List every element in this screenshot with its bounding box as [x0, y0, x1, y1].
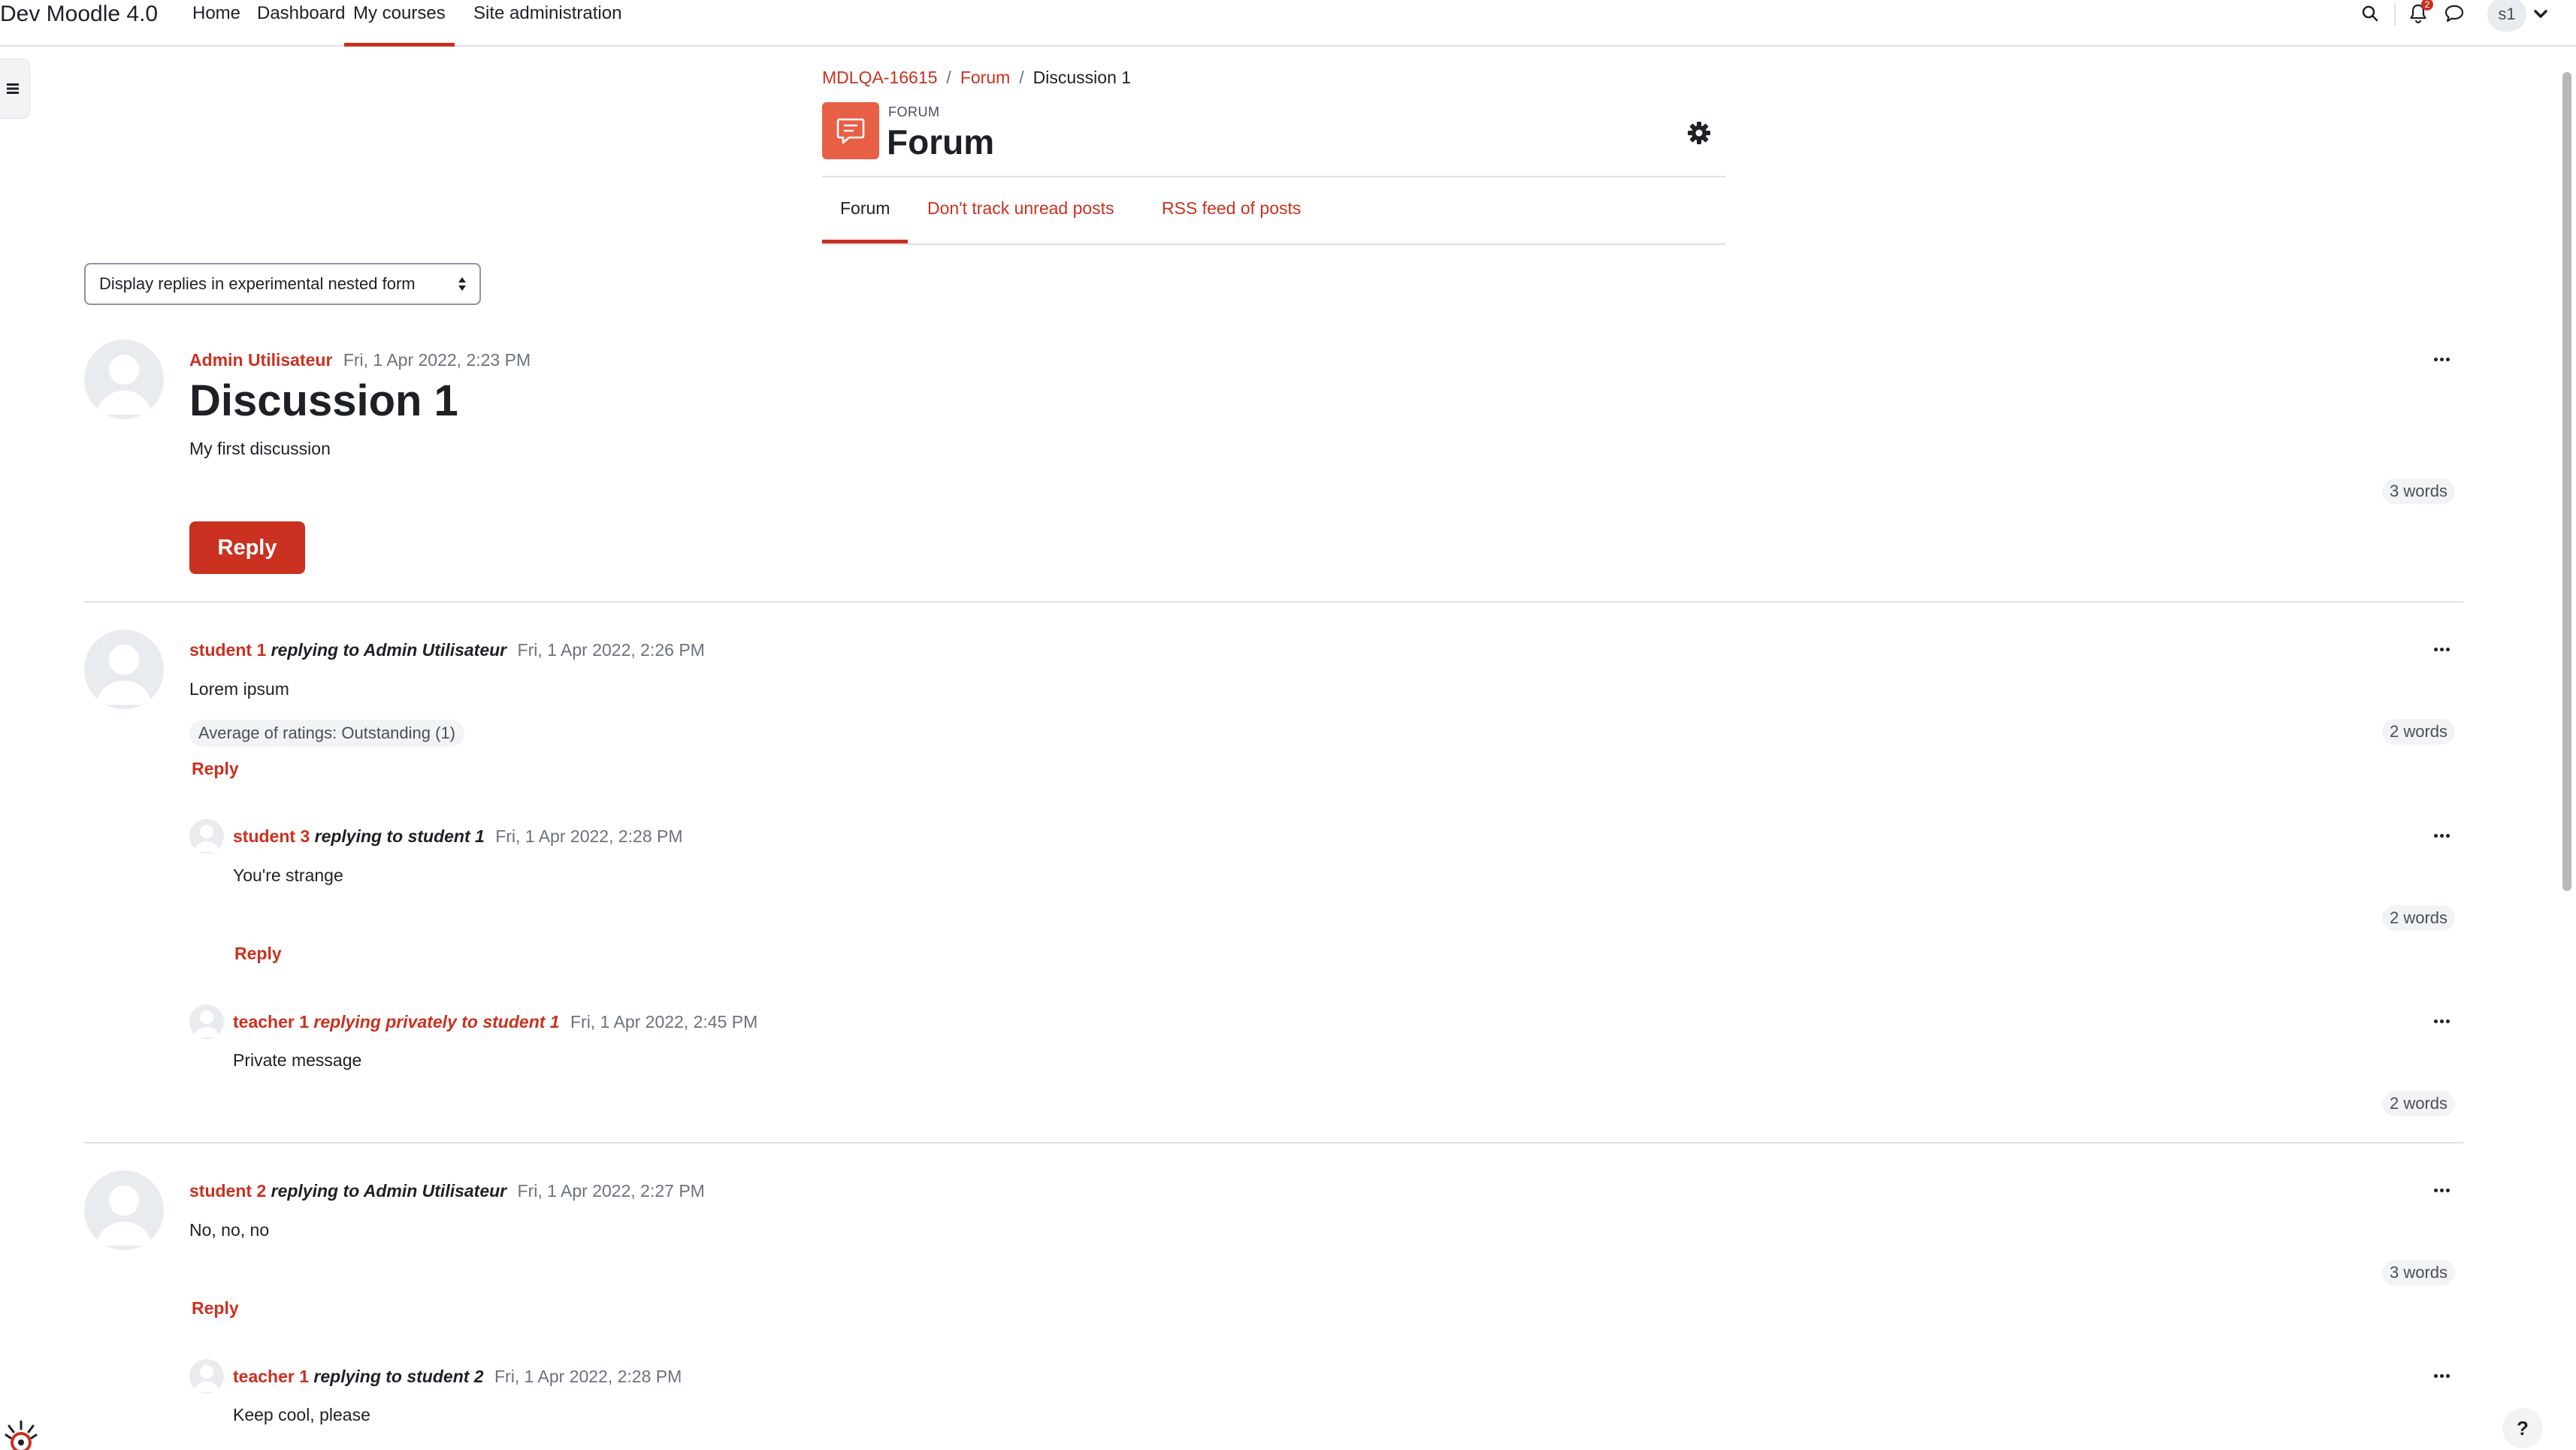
- moodle-logo-icon: [5, 1418, 38, 1450]
- avatar[interactable]: [84, 630, 164, 709]
- breadcrumb-separator: /: [946, 68, 951, 87]
- post-divider: [84, 1142, 2463, 1143]
- post-message: Lorem ipsum: [189, 679, 289, 699]
- word-count-badge: 2 words: [2382, 719, 2456, 745]
- replying-to: replying to Admin Utilisateur: [271, 1181, 507, 1201]
- secondary-navigation: Forum Don't track unread posts RSS feed …: [822, 177, 1725, 245]
- avatar[interactable]: [189, 819, 224, 853]
- replying-to: replying to student 2: [313, 1367, 484, 1386]
- select-arrows-icon: [458, 277, 466, 291]
- word-count-badge: 2 words: [2382, 905, 2456, 931]
- post-message: My first discussion: [189, 439, 331, 458]
- navbar-divider: [2394, 3, 2396, 26]
- reply-button[interactable]: Reply: [189, 521, 305, 574]
- post-date: Fri, 1 Apr 2022, 2:28 PM: [494, 1367, 682, 1386]
- tab-rss-feed[interactable]: RSS feed of posts: [1162, 195, 1301, 221]
- word-count-badge: 2 words: [2382, 1091, 2456, 1116]
- rating-badge: Average of ratings: Outstanding (1): [189, 720, 465, 747]
- breadcrumb: MDLQA-16615 / Forum / Discussion 1: [822, 66, 1131, 89]
- display-mode-select[interactable]: Display replies in experimental nested f…: [84, 263, 481, 305]
- avatar[interactable]: [84, 1171, 164, 1250]
- more-actions-icon[interactable]: [2430, 352, 2453, 367]
- post-author[interactable]: student 2: [189, 1181, 266, 1201]
- more-actions-icon[interactable]: [2430, 828, 2453, 843]
- activity-type-label: FORUM: [888, 104, 940, 119]
- post-message: Private message: [233, 1050, 362, 1070]
- nav-my-courses[interactable]: My courses: [344, 2, 455, 47]
- nav-site-administration[interactable]: Site administration: [473, 2, 621, 26]
- word-count-badge: 3 words: [2382, 1260, 2456, 1285]
- breadcrumb-forum[interactable]: Forum: [960, 66, 1010, 89]
- page-scrollbar[interactable]: [2562, 72, 2571, 891]
- word-count-badge: 3 words: [2382, 479, 2456, 504]
- post-author[interactable]: Admin Utilisateur: [189, 350, 332, 370]
- breadcrumb-course[interactable]: MDLQA-16615: [822, 66, 937, 89]
- gear-icon[interactable]: [1686, 120, 1712, 146]
- reply-link[interactable]: Reply: [192, 1297, 239, 1319]
- post-author[interactable]: teacher 1: [233, 1012, 309, 1032]
- chevron-down-icon[interactable]: [2529, 3, 2552, 26]
- display-mode-value: Display replies in experimental nested f…: [99, 274, 416, 293]
- breadcrumb-current: Discussion 1: [1033, 68, 1132, 87]
- post-message: You're strange: [233, 865, 343, 885]
- post-date: Fri, 1 Apr 2022, 2:45 PM: [570, 1012, 758, 1032]
- post-divider: [84, 601, 2463, 603]
- more-actions-icon[interactable]: [2430, 642, 2453, 657]
- avatar[interactable]: [189, 1004, 224, 1039]
- tab-forum[interactable]: Forum: [822, 195, 909, 243]
- search-icon[interactable]: [2355, 0, 2385, 27]
- post-message: Keep cool, please: [233, 1405, 370, 1424]
- avatar[interactable]: [84, 340, 164, 419]
- messages-icon[interactable]: [2439, 0, 2469, 27]
- page-title: Forum: [887, 122, 995, 162]
- help-button[interactable]: ?: [2502, 1408, 2543, 1448]
- post-header: student 1 replying to Admin Utilisateur …: [189, 639, 705, 661]
- replying-to: replying to student 1: [314, 826, 485, 846]
- site-brand[interactable]: Dev Moodle 4.0: [0, 2, 158, 27]
- forum-icon: [822, 102, 879, 159]
- user-avatar[interactable]: s1: [2487, 0, 2526, 32]
- post-date: Fri, 1 Apr 2022, 2:26 PM: [517, 640, 705, 660]
- course-index-toggle[interactable]: [0, 59, 30, 119]
- nav-dashboard[interactable]: Dashboard: [257, 2, 345, 26]
- list-icon: [7, 83, 19, 94]
- post-header: student 3 replying to student 1 Fri, 1 A…: [233, 825, 683, 847]
- post-header: teacher 1 replying privately to student …: [233, 1010, 757, 1033]
- post-header: teacher 1 replying to student 2 Fri, 1 A…: [233, 1365, 682, 1388]
- post-date: Fri, 1 Apr 2022, 2:27 PM: [517, 1181, 705, 1201]
- post-date: Fri, 1 Apr 2022, 2:23 PM: [343, 350, 531, 370]
- top-navbar: Dev Moodle 4.0 Home Dashboard My courses…: [0, 0, 2576, 47]
- replying-privately-to: replying privately to student 1: [313, 1012, 560, 1032]
- avatar[interactable]: [189, 1359, 224, 1394]
- more-actions-icon[interactable]: [2430, 1183, 2453, 1198]
- post-author[interactable]: student 1: [189, 640, 266, 660]
- reply-link[interactable]: Reply: [192, 757, 239, 780]
- replying-to: replying to Admin Utilisateur: [271, 640, 507, 660]
- more-actions-icon[interactable]: [2430, 1368, 2453, 1383]
- post-author[interactable]: student 3: [233, 826, 310, 846]
- reply-link[interactable]: Reply: [234, 942, 282, 965]
- tab-dont-track-unread[interactable]: Don't track unread posts: [927, 195, 1114, 221]
- nav-home[interactable]: Home: [192, 2, 240, 26]
- post-message: No, no, no: [189, 1220, 270, 1240]
- post-header: Admin Utilisateur Fri, 1 Apr 2022, 2:23 …: [189, 349, 531, 371]
- post-date: Fri, 1 Apr 2022, 2:28 PM: [495, 826, 683, 846]
- more-actions-icon[interactable]: [2430, 1013, 2453, 1029]
- discussion-subject: Discussion 1: [189, 376, 458, 425]
- post-header: student 2 replying to Admin Utilisateur …: [189, 1180, 705, 1202]
- breadcrumb-separator: /: [1019, 68, 1024, 87]
- post-author[interactable]: teacher 1: [233, 1367, 309, 1386]
